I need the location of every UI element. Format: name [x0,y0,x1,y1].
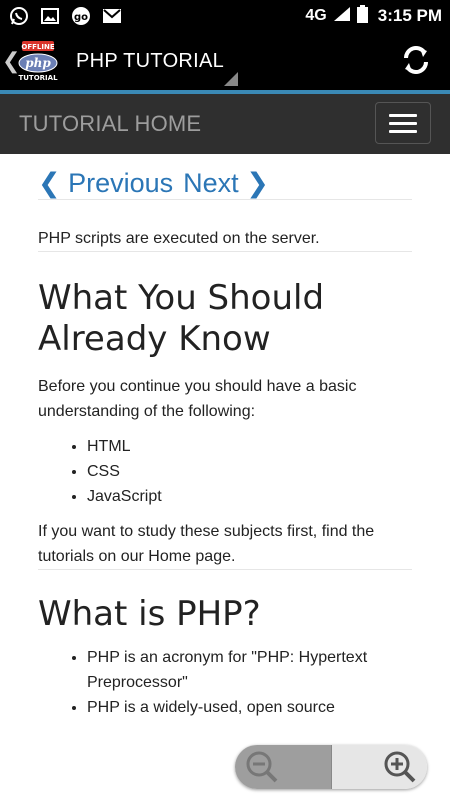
tutorial-home-link[interactable]: TUTORIAL HOME [19,111,201,137]
prerequisites-list: HTML CSS JavaScript [87,434,412,509]
divider [38,251,412,252]
next-link[interactable]: Next ❯ [183,168,269,199]
intro-text: PHP scripts are executed on the server. [38,230,320,247]
svg-text:go: go [74,12,88,23]
php-facts-list: PHP is an acronym for "PHP: Hypertext Pr… [87,645,412,720]
list-item: JavaScript [87,484,412,509]
gallery-icon [39,5,61,27]
go-icon: go [70,5,92,27]
svg-text:php: php [25,56,51,70]
hamburger-menu-button[interactable] [375,102,431,144]
divider [38,569,412,570]
list-item: HTML [87,434,412,459]
back-chevron-icon[interactable]: ❮ [2,48,20,74]
zoom-controls [235,745,427,789]
signal-icon [333,6,351,27]
section-paragraph: If you want to study these subjects firs… [38,523,375,565]
zoom-out-icon [246,751,278,783]
network-type: 4G [305,7,327,24]
hamburger-line-icon [389,121,417,125]
previous-link[interactable]: ❮ Previous [38,168,173,199]
zoom-in-icon [384,751,416,783]
zoom-out-button[interactable] [235,745,331,789]
zoom-in-button[interactable] [331,745,427,789]
app-title[interactable]: PHP TUTORIAL [76,50,224,73]
refresh-button[interactable] [400,44,432,76]
list-item: PHP is a widely-used, open source [87,695,412,720]
gmail-icon [101,5,123,27]
tutorial-nav-bar: TUTORIAL HOME [0,94,450,154]
divider [38,199,412,200]
section-heading: What is PHP? [38,594,261,634]
svg-text:OFFLINE: OFFLINE [21,43,54,51]
status-bar: go 4G 3:15 PM [0,0,450,32]
pagination-links: ❮ Previous Next ❯ [38,168,412,199]
hamburger-line-icon [389,113,417,117]
svg-text:TUTORIAL: TUTORIAL [18,74,58,82]
section-paragraph: Before you continue you should have a ba… [38,378,357,420]
dropdown-indicator-icon[interactable] [224,72,238,86]
app-logo[interactable]: OFFLINE php TUTORIAL [16,39,60,83]
main-content: ❮ Previous Next ❯ PHP scripts are execut… [38,154,412,720]
clock: 3:15 PM [377,6,442,25]
list-item: PHP is an acronym for "PHP: Hypertext Pr… [87,645,412,695]
whatsapp-icon [8,5,30,27]
refresh-icon [404,46,428,74]
battery-icon [356,4,368,28]
hamburger-line-icon [389,129,417,133]
section-heading: What You Should Already Know [38,278,325,359]
list-item: CSS [87,459,412,484]
